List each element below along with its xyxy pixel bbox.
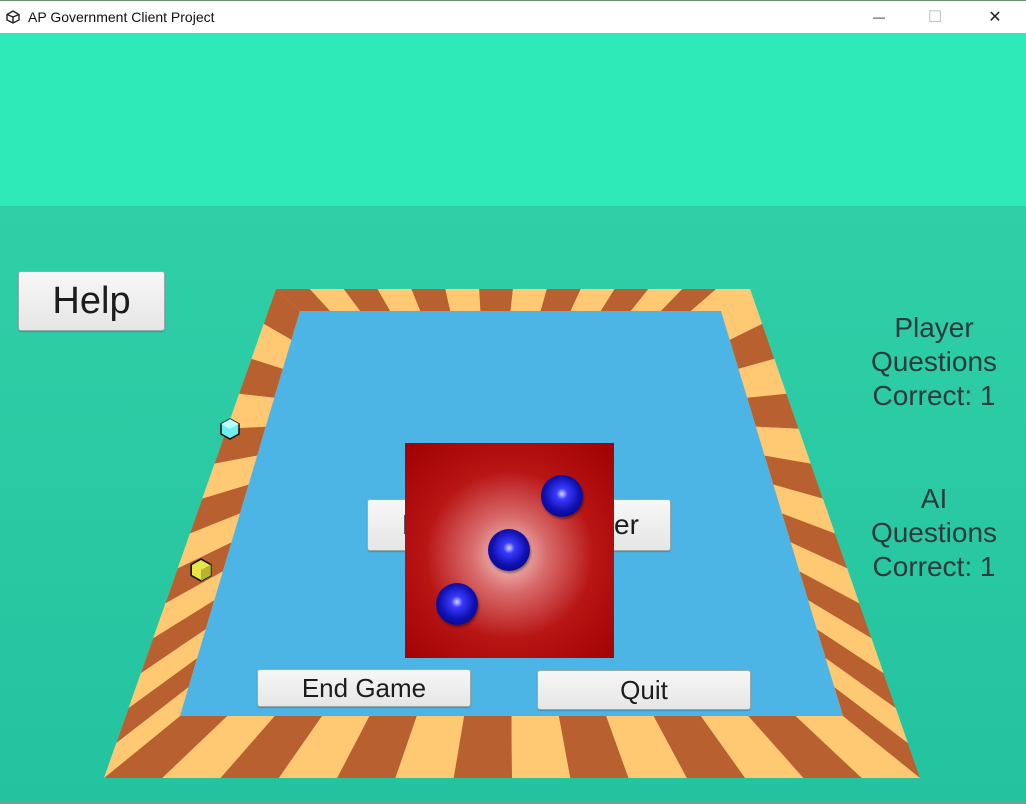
die-pip bbox=[488, 529, 530, 571]
player-score: Player Questions Correct: 1 bbox=[844, 311, 1024, 413]
ai-score-line3: Correct: 1 bbox=[872, 551, 996, 582]
die-pip bbox=[436, 583, 478, 625]
board-tile bbox=[479, 289, 513, 311]
player-token bbox=[220, 418, 240, 440]
board-tile bbox=[445, 289, 481, 311]
player-score-line2: Questions bbox=[870, 346, 998, 377]
help-button[interactable]: Help bbox=[18, 271, 165, 331]
player-score-line3: Correct: 1 bbox=[872, 380, 996, 411]
ai-token bbox=[190, 558, 212, 582]
die-pip bbox=[541, 475, 583, 517]
ai-score-line1: AI bbox=[920, 483, 948, 514]
quit-button[interactable]: Quit bbox=[537, 670, 751, 710]
ai-score: AI Questions Correct: 1 bbox=[844, 482, 1024, 584]
end-game-button[interactable]: End Game bbox=[257, 669, 471, 707]
ai-score-line2: Questions bbox=[870, 517, 998, 548]
die[interactable] bbox=[405, 443, 614, 658]
player-score-line1: Player bbox=[894, 312, 974, 343]
board-tile bbox=[510, 289, 547, 311]
